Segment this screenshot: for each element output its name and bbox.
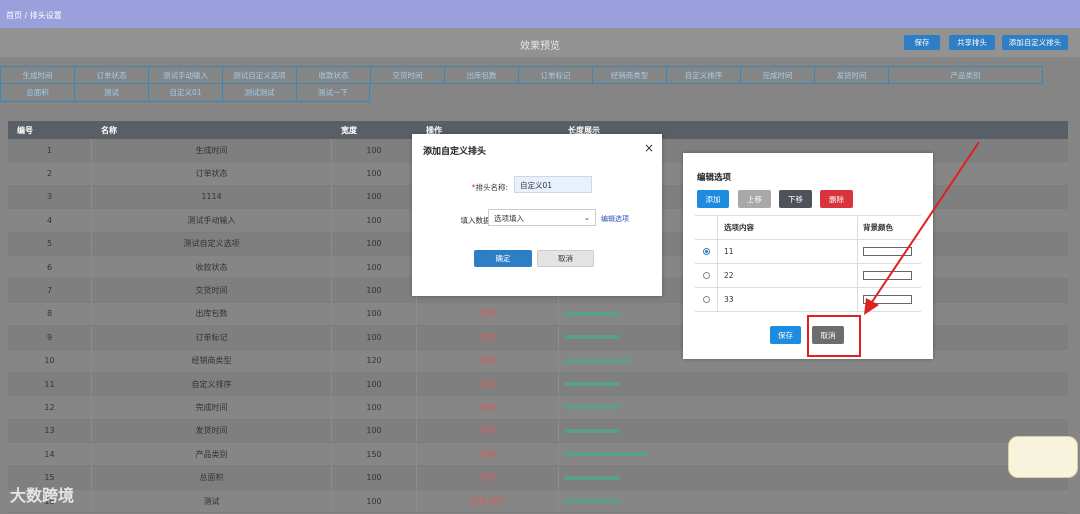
annotation-arrow — [864, 141, 980, 315]
mascot-icon — [1008, 436, 1078, 478]
watermark: 大数跨境 — [10, 486, 75, 505]
